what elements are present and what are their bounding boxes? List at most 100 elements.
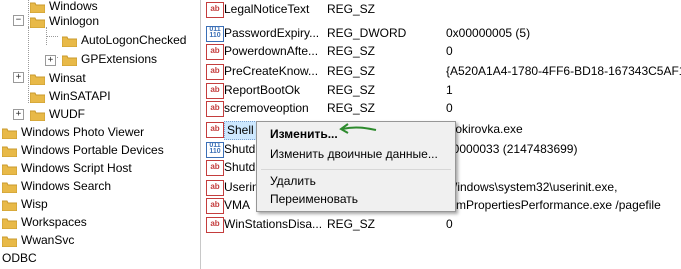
value-name: ReportBootOk xyxy=(224,83,301,97)
value-type: REG_SZ xyxy=(327,44,376,58)
tree-item-odbc[interactable]: ODBC xyxy=(2,249,37,267)
value-name: Shutd xyxy=(224,160,256,174)
tree-item-label: Windows Script Host xyxy=(21,161,132,175)
tree-item-label: WUDF xyxy=(49,107,85,121)
string-value-icon: ab xyxy=(206,180,224,196)
open-folder-icon xyxy=(30,17,45,28)
value-type: REG_SZ xyxy=(327,83,376,97)
tree-item-label: WwanSvc xyxy=(21,233,75,247)
value-data: 0x00000005 (5) xyxy=(446,26,531,40)
value-data: blokirovka.exe xyxy=(446,122,523,136)
value-name: Shutd xyxy=(224,142,256,156)
value-data: 0 xyxy=(446,101,453,115)
tree-item-workspaces[interactable]: Workspaces xyxy=(2,213,87,231)
value-type: REG_DWORD xyxy=(327,26,407,40)
expand-icon[interactable]: + xyxy=(13,72,24,83)
value-name: PreCreateKnow... xyxy=(224,64,319,78)
expand-icon[interactable]: + xyxy=(45,55,56,66)
binary-value-icon: 011 110 xyxy=(206,142,224,158)
value-row-powerdownafter[interactable]: ab PowerdownAfte... REG_SZ 0 xyxy=(201,42,681,61)
value-type: REG_SZ xyxy=(327,217,376,231)
tree-item-winlogon[interactable]: Winlogon xyxy=(30,12,99,30)
tree-item-label: WinSATAPI xyxy=(49,89,111,103)
folder-icon xyxy=(2,182,17,193)
string-value-icon: ab xyxy=(206,44,224,60)
registry-tree: Windows − Winlogon AutoLogonChecked + GP… xyxy=(0,0,200,269)
tree-item-label: Windows Search xyxy=(21,179,112,193)
value-type: REG_SZ xyxy=(327,64,376,78)
tree-item-wisp[interactable]: Wisp xyxy=(2,195,48,213)
tree-item-winsat[interactable]: Winsat xyxy=(30,69,86,87)
folder-icon xyxy=(2,146,17,157)
tree-item-label: Windows Photo Viewer xyxy=(21,125,145,139)
value-row-scremoveoption[interactable]: ab scremoveoption REG_SZ 0 xyxy=(201,99,681,118)
tree-item-windows-script-host[interactable]: Windows Script Host xyxy=(2,159,132,177)
value-data: {A520A1A4-1780-4FF6-BD18-167343C5AF16} xyxy=(446,64,681,78)
string-value-icon: ab xyxy=(206,2,224,18)
tree-item-label: Workspaces xyxy=(21,215,87,229)
value-name: scremoveoption xyxy=(224,101,309,115)
value-name: PowerdownAfte... xyxy=(224,44,319,58)
string-value-icon: ab xyxy=(206,198,224,214)
value-type: REG_SZ xyxy=(327,2,376,16)
value-data: temPropertiesPerformance.exe /pagefile xyxy=(446,198,661,212)
folder-icon xyxy=(2,200,17,211)
value-row-passwordexpiry[interactable]: 011 110 PasswordExpiry... REG_DWORD 0x000… xyxy=(201,24,681,43)
menu-item-delete[interactable]: Удалить xyxy=(270,172,316,190)
string-value-icon: ab xyxy=(206,160,224,176)
expand-icon[interactable]: + xyxy=(13,109,24,120)
value-row-legalnoticetext[interactable]: ab LegalNoticeText REG_SZ xyxy=(201,0,681,19)
value-data: 0 xyxy=(446,217,453,231)
tree-item-gpextensions[interactable]: GPExtensions xyxy=(62,50,157,68)
tree-item-label: Winlogon xyxy=(49,14,100,28)
value-row-reportbootok[interactable]: ab ReportBootOk REG_SZ 1 xyxy=(201,81,681,100)
string-value-icon: ab xyxy=(206,217,224,233)
tree-item-label: GPExtensions xyxy=(81,52,158,66)
menu-item-modify[interactable]: Изменить... xyxy=(270,125,338,143)
value-data: 00000033 (2147483699) xyxy=(446,142,578,156)
string-value-icon: ab xyxy=(206,83,224,99)
value-name: PasswordExpiry... xyxy=(224,26,320,40)
value-name: LegalNoticeText xyxy=(224,2,310,16)
tree-item-windows-search[interactable]: Windows Search xyxy=(2,177,111,195)
collapse-icon[interactable]: − xyxy=(13,15,24,26)
folder-icon xyxy=(62,55,77,66)
tree-line xyxy=(46,36,58,37)
value-name: Userin xyxy=(224,180,259,194)
tree-item-autologonchecked[interactable]: AutoLogonChecked xyxy=(62,31,186,49)
string-value-icon: ab xyxy=(206,64,224,80)
value-data: 0 xyxy=(446,44,453,58)
value-row-precreateknown[interactable]: ab PreCreateKnow... REG_SZ {A520A1A4-178… xyxy=(201,62,681,81)
tree-line xyxy=(28,0,29,27)
value-name: WinStationsDisa... xyxy=(224,217,323,231)
tree-item-label: Wisp xyxy=(21,197,48,211)
menu-item-modify-binary[interactable]: Изменить двоичные данные... xyxy=(270,145,438,163)
value-name: Shell xyxy=(224,121,257,140)
folder-icon xyxy=(30,110,45,121)
menu-item-rename[interactable]: Переименовать xyxy=(270,190,358,208)
folder-icon xyxy=(2,218,17,229)
tree-item-winsatapi[interactable]: WinSATAPI xyxy=(30,87,111,105)
folder-icon xyxy=(30,92,45,103)
tree-item-wudf[interactable]: WUDF xyxy=(30,105,85,123)
value-name: VMA xyxy=(224,198,251,212)
folder-icon xyxy=(2,128,17,139)
folder-icon xyxy=(2,164,17,175)
tree-item-label: Winsat xyxy=(49,71,86,85)
tree-item-label: ODBC xyxy=(2,251,37,265)
folder-icon xyxy=(30,74,45,85)
tree-item-windows-portable-devices[interactable]: Windows Portable Devices xyxy=(2,141,164,159)
string-value-icon: ab xyxy=(206,101,224,117)
tree-item-wwansvc[interactable]: WwanSvc xyxy=(2,231,74,249)
value-row-winstationsdisabled[interactable]: ab WinStationsDisa... REG_SZ 0 xyxy=(201,215,681,234)
tree-item-windows-photo-viewer[interactable]: Windows Photo Viewer xyxy=(2,123,144,141)
folder-icon xyxy=(62,36,77,47)
folder-icon xyxy=(2,236,17,247)
tree-item-label: AutoLogonChecked xyxy=(81,33,187,47)
value-data: Windows\system32\userinit.exe, xyxy=(446,180,618,194)
value-type: REG_SZ xyxy=(327,101,376,115)
value-data: 1 xyxy=(446,83,453,97)
binary-value-icon: 011 110 xyxy=(206,26,224,42)
annotation-arrow-icon xyxy=(339,123,377,134)
tree-line xyxy=(28,27,29,103)
